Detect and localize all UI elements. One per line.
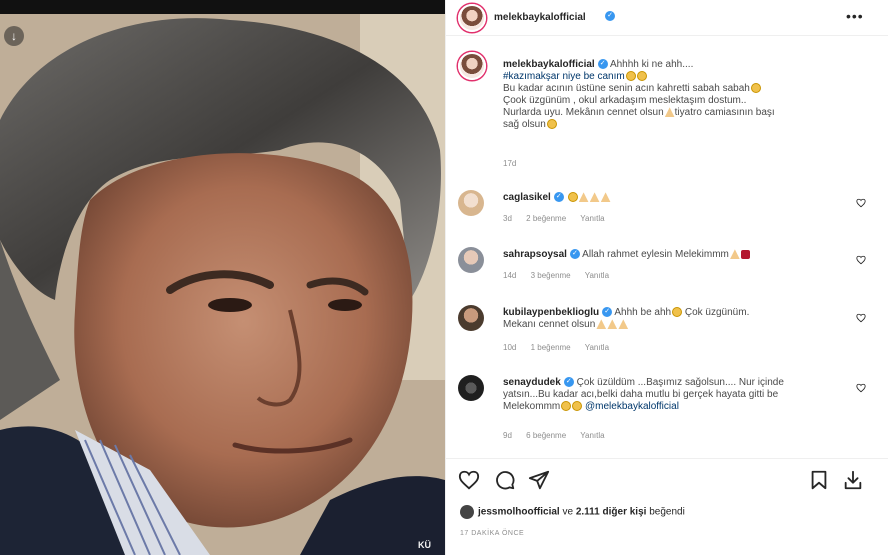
bookmark-icon[interactable]	[808, 469, 830, 491]
comment-meta: 14d 3 beğenme Yanıtla	[503, 271, 621, 280]
comment-body: Allah rahmet eylesin Melekimmm	[582, 249, 729, 260]
reply-link[interactable]: Yanıtla	[585, 343, 609, 352]
comment-username[interactable]: caglasikel	[503, 192, 551, 203]
post-username[interactable]: melekbaykalofficial	[494, 12, 586, 23]
heart-icon[interactable]	[856, 255, 866, 265]
sad-emoji-icon	[636, 71, 647, 82]
caption-line: Nurlarda uyu. Mekânın cennet olsun	[503, 107, 664, 118]
reply-link[interactable]: Yanıtla	[585, 271, 609, 280]
sad-emoji-icon	[567, 192, 578, 203]
portrait-illustration	[0, 0, 445, 555]
comment-body: yatsın...Bu kadar acı,belki daha mutlu b…	[503, 389, 779, 400]
verified-icon: ✓	[597, 59, 608, 70]
praying-hands-icon	[596, 319, 607, 330]
reply-link[interactable]: Yanıtla	[580, 214, 604, 223]
comment-text: senaydudek ✓ Çok üzüldüm ...Başımız sağol…	[503, 377, 843, 413]
likes-suffix: beğendi	[649, 506, 685, 518]
comment-likes-link[interactable]: 2 beğenme	[526, 214, 566, 223]
caption-text: melekbaykalofficial ✓ Ahhhh ki ne ahh....…	[503, 59, 873, 131]
verified-icon: ✓	[553, 192, 564, 203]
comment-body: Çok üzüldüm ...Başımız sağolsun.... Nur …	[576, 377, 784, 388]
heart-icon[interactable]	[856, 198, 866, 208]
reply-link[interactable]: Yanıtla	[580, 431, 604, 440]
like-heart-icon[interactable]	[458, 469, 480, 491]
comment-body: Ahhh be ahh	[614, 307, 672, 318]
comment-meta: 3d 2 beğenme Yanıtla	[503, 214, 617, 223]
likes-count-link[interactable]: 2.111 diğer kişi	[576, 507, 647, 518]
sad-emoji-icon	[546, 119, 557, 130]
comment-username[interactable]: sahrapsoysal	[503, 249, 567, 260]
heart-icon[interactable]	[856, 383, 866, 393]
comment-likes-link[interactable]: 3 beğenme	[531, 271, 571, 280]
avatar[interactable]	[460, 505, 474, 519]
crying-emoji-icon	[572, 401, 583, 412]
comment-username[interactable]: senaydudek	[503, 377, 561, 388]
caption-username[interactable]: melekbaykalofficial	[503, 59, 595, 70]
crying-emoji-icon	[561, 401, 572, 412]
comment-text: sahrapsoysal ✓ Allah rahmet eylesin Melek…	[503, 249, 843, 261]
caption-line: tiyatro camiasının başı	[674, 107, 775, 118]
instagram-post: ↓ KÜ melekbaykalofficial ✓ ••• melekbayk…	[0, 0, 888, 555]
photo-watermark: KÜ	[418, 540, 431, 550]
praying-hands-icon	[578, 192, 589, 203]
comment-age: 14d	[503, 271, 517, 280]
share-send-icon[interactable]	[528, 469, 550, 491]
download-icon[interactable]: ↓	[4, 26, 24, 46]
verified-icon: ✓	[602, 307, 613, 318]
comment-likes-link[interactable]: 1 beğenme	[531, 343, 571, 352]
red-heart-icon	[740, 249, 750, 259]
caption-avatar[interactable]	[458, 52, 486, 80]
caption-line: sağ olsun	[503, 119, 546, 130]
praying-hands-icon	[618, 319, 629, 330]
praying-hands-icon	[729, 249, 740, 260]
comment-likes-link[interactable]: 6 beğenme	[526, 431, 566, 440]
avatar[interactable]	[458, 305, 484, 331]
crying-emoji-icon	[672, 307, 683, 318]
likes-summary: jessmolhoofficial ve 2.111 diğer kişi be…	[460, 505, 685, 519]
caption-line: Çook üzgünüm , okul arkadaşım meslektaşı…	[503, 95, 747, 106]
comment-body: Mekanı cennet olsun	[503, 319, 596, 330]
comment-text: caglasikel ✓	[503, 192, 843, 204]
comment-text: kubilaypenbeklioglu ✓ Ahhh be ahh Çok üzg…	[503, 307, 843, 331]
caption-line: Bu kadar acının üstüne senin acın kahret…	[503, 83, 750, 94]
comment-username[interactable]: kubilaypenbeklioglu	[503, 307, 599, 318]
heart-icon[interactable]	[856, 313, 866, 323]
comment-body: Çok üzgünüm.	[684, 307, 750, 318]
hashtag-link[interactable]: #kazımakşar niye be canım	[503, 71, 625, 82]
likes-connector: ve	[562, 506, 574, 518]
comment-age: 10d	[503, 343, 517, 352]
more-horizontal-icon[interactable]: •••	[846, 8, 864, 24]
verified-icon: ✓	[563, 377, 574, 388]
mention-link[interactable]: @melekbaykalofficial	[585, 401, 679, 412]
liker-username[interactable]: jessmolhoofficial	[478, 507, 560, 518]
crying-emoji-icon	[750, 83, 761, 94]
verified-icon: ✓	[569, 249, 580, 260]
photo-top-bar	[0, 0, 445, 14]
praying-hands-icon	[600, 192, 611, 203]
post-timestamp: 17 DAKİKA ÖNCE	[460, 530, 525, 537]
post-side-panel: melekbaykalofficial ✓ ••• melekbaykaloff…	[445, 0, 888, 555]
avatar[interactable]	[458, 247, 484, 273]
verified-icon: ✓	[605, 11, 615, 21]
caption-line: Ahhhh ki ne ahh....	[609, 59, 694, 70]
avatar[interactable]	[458, 4, 486, 32]
avatar[interactable]	[458, 190, 484, 216]
comment-age: 9d	[503, 431, 512, 440]
praying-hands-icon	[607, 319, 618, 330]
action-bar	[446, 458, 888, 498]
praying-hands-icon	[589, 192, 600, 203]
avatar[interactable]	[458, 375, 484, 401]
caption-age: 17d	[503, 159, 517, 168]
comment-meta: 9d 6 beğenme Yanıtla	[503, 431, 617, 440]
download-icon[interactable]	[842, 469, 864, 491]
post-header: melekbaykalofficial ✓ •••	[446, 0, 888, 36]
post-photo[interactable]: ↓ KÜ	[0, 0, 445, 555]
comment-age: 3d	[503, 214, 512, 223]
comment-bubble-icon[interactable]	[494, 469, 516, 491]
sad-emoji-icon	[625, 71, 636, 82]
comment-body: Melekommm	[503, 401, 561, 412]
comment-meta: 10d 1 beğenme Yanıtla	[503, 343, 621, 352]
praying-hands-icon	[664, 107, 675, 118]
